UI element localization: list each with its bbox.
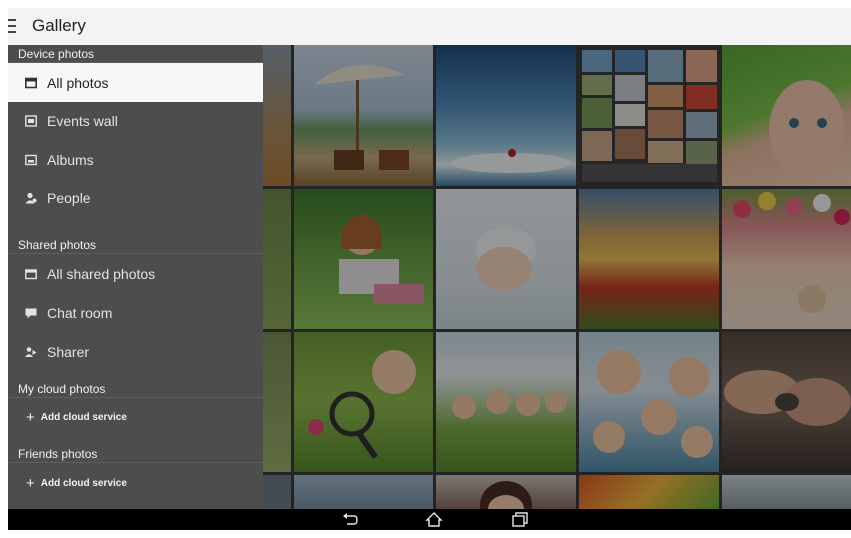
partial-photo[interactable] <box>263 475 291 509</box>
section-header-shared-photos: Shared photos <box>8 236 263 254</box>
sleeping-baby-photo[interactable] <box>436 189 576 329</box>
magnifier-girl-photo[interactable] <box>294 332 433 472</box>
partial-photo[interactable] <box>722 475 851 509</box>
shared-photos-icon <box>25 268 37 280</box>
nav-item-all-photos[interactable]: All photos <box>8 63 263 102</box>
nav-item-people[interactable]: People <box>8 179 263 217</box>
chat-icon <box>25 307 37 319</box>
app-bar: Gallery <box>8 8 851 46</box>
wave-surfer-photo[interactable] <box>436 45 576 186</box>
partial-photo[interactable] <box>263 332 291 472</box>
flower-crown-girl-photo[interactable] <box>722 189 851 329</box>
system-navigation-bar <box>8 509 851 530</box>
nav-item-label: People <box>47 190 91 206</box>
back-icon[interactable] <box>341 512 359 527</box>
add-cloud-service-button[interactable]: + Add cloud service <box>8 401 263 433</box>
nav-item-label: Albums <box>47 152 94 168</box>
menu-icon[interactable] <box>8 17 20 35</box>
nav-item-sharer[interactable]: Sharer <box>8 333 263 371</box>
section-header-friends-photos: Friends photos <box>8 445 263 463</box>
kids-group-photo[interactable] <box>579 332 719 472</box>
gallery-window: Gallery Device photos All photos Events … <box>8 8 851 530</box>
nav-item-label: Chat room <box>47 305 113 321</box>
nav-item-chat-room[interactable]: Chat room <box>8 294 263 332</box>
nav-item-label: All photos <box>47 74 109 91</box>
photo-collage[interactable] <box>579 45 719 186</box>
nav-item-all-shared-photos[interactable]: All shared photos <box>8 255 263 293</box>
album-icon <box>25 154 37 166</box>
events-icon <box>25 115 37 127</box>
partial-photo[interactable] <box>579 475 719 509</box>
kids-lying-grass-photo[interactable] <box>436 332 576 472</box>
girl-on-grass-photo[interactable] <box>294 189 433 329</box>
sharer-icon <box>25 346 37 358</box>
section-header-my-cloud-photos: My cloud photos <box>8 380 263 398</box>
add-cloud-service-label: Add cloud service <box>40 477 127 489</box>
recents-icon[interactable] <box>511 512 529 527</box>
partial-photo[interactable] <box>294 475 433 509</box>
add-cloud-service-label: Add cloud service <box>40 411 127 423</box>
nav-item-label: Sharer <box>47 344 90 360</box>
hands-stone-photo[interactable] <box>722 332 851 472</box>
people-icon <box>25 192 37 204</box>
partial-photo[interactable] <box>436 475 576 509</box>
nav-item-label: Events wall <box>47 113 118 129</box>
app-title: Gallery <box>32 16 86 35</box>
partial-photo[interactable] <box>263 45 291 186</box>
section-header-device-photos: Device photos <box>8 45 263 63</box>
partial-photo[interactable] <box>263 189 291 329</box>
nav-item-label: All shared photos <box>47 266 156 282</box>
nav-item-events-wall[interactable]: Events wall <box>8 102 263 140</box>
photos-icon <box>25 77 37 89</box>
tulip-field-photo[interactable] <box>579 189 719 329</box>
baby-towel-photo[interactable] <box>722 45 851 186</box>
photo-grid <box>263 45 851 509</box>
plus-icon: + <box>26 474 35 492</box>
beach-umbrella-photo[interactable] <box>294 45 433 186</box>
navigation-drawer: Device photos All photos Events wall Alb… <box>8 45 263 509</box>
nav-item-albums[interactable]: Albums <box>8 141 263 179</box>
plus-icon: + <box>26 408 35 426</box>
home-icon[interactable] <box>425 512 443 527</box>
add-cloud-service-button[interactable]: + Add cloud service <box>8 467 263 499</box>
